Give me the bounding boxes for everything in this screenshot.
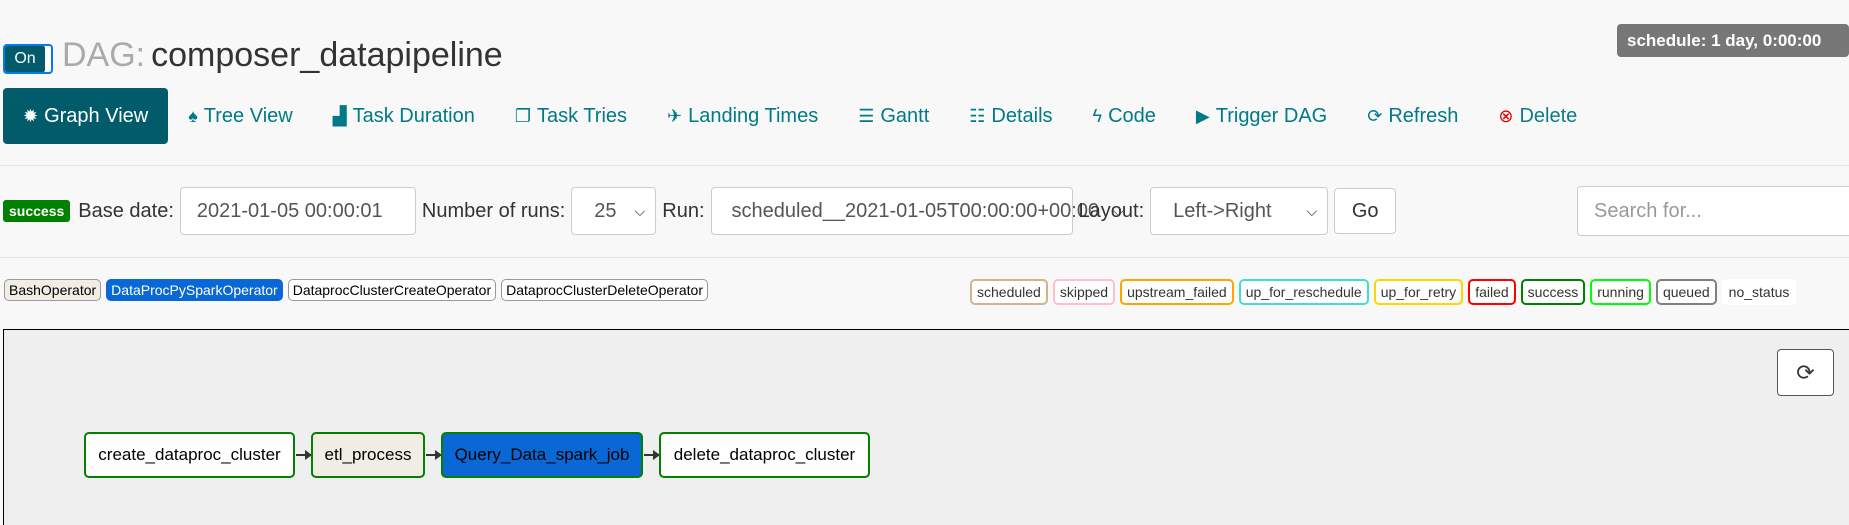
operator-dataproc-cluster-create[interactable]: DataprocClusterCreateOperator	[287, 279, 497, 301]
graph-filter-form: success Base date: 2021-01-05 00:00:01 N…	[3, 186, 1397, 236]
chevron-down-icon: ⌵	[634, 202, 646, 219]
tab-delete[interactable]: ⊗ Delete	[1478, 88, 1597, 144]
plane-icon: ✈	[667, 105, 683, 126]
task-node-create-dataproc-cluster[interactable]: create_dataproc_cluster	[84, 432, 295, 478]
tab-label: Task Duration	[352, 104, 475, 127]
tab-label: Code	[1108, 104, 1156, 127]
tab-gantt[interactable]: ☰ Gantt	[838, 88, 949, 144]
dag-prefix: DAG:	[62, 36, 146, 74]
tab-landing-times[interactable]: ✈ Landing Times	[647, 88, 838, 144]
tab-label: Trigger DAG	[1215, 104, 1328, 127]
num-runs-select[interactable]: 25 ⌵	[571, 187, 657, 235]
task-node-etl-process[interactable]: etl_process	[311, 432, 425, 478]
flash-icon: ϟ	[1092, 105, 1103, 126]
operator-legend: BashOperator DataProcPySparkOperator Dat…	[4, 279, 708, 301]
edge-arrow	[296, 451, 312, 459]
divider	[0, 165, 1849, 166]
tab-refresh[interactable]: ⟳ Refresh	[1347, 88, 1478, 144]
play-circle-icon: ▶	[1195, 105, 1210, 126]
tab-code[interactable]: ϟ Code	[1073, 88, 1176, 144]
tab-trigger-dag[interactable]: ▶ Trigger DAG	[1176, 88, 1347, 144]
base-date-input[interactable]: 2021-01-05 00:00:01	[179, 187, 416, 235]
tab-label: Graph View	[44, 104, 149, 127]
airflow-dag-page: On DAG: composer_datapipeline schedule: 1…	[0, 0, 1849, 525]
tab-label: Tree View	[203, 104, 293, 127]
tab-label: Refresh	[1388, 104, 1459, 127]
task-node-query-data-spark-job[interactable]: Query_Data_spark_job	[441, 432, 643, 478]
remove-circle-icon: ⊗	[1498, 105, 1514, 126]
state-skipped[interactable]: skipped	[1052, 279, 1116, 305]
tab-tree-view[interactable]: ♠ Tree View	[168, 88, 313, 144]
layout-select[interactable]: Left->Right ⌵	[1150, 187, 1329, 235]
state-running[interactable]: running	[1590, 279, 1651, 305]
edge-arrow	[644, 451, 660, 459]
search-input[interactable]: Search for...	[1577, 186, 1849, 236]
state-up-for-retry[interactable]: up_for_retry	[1373, 279, 1464, 305]
run-label: Run:	[662, 199, 705, 222]
list-icon: ☷	[969, 105, 986, 126]
layout-value: Left->Right	[1173, 199, 1272, 222]
run-select[interactable]: scheduled__2021-01-05T00:00:00+00:00 ⌵	[710, 187, 1124, 235]
tab-label: Delete	[1519, 104, 1578, 127]
num-runs-value: 25	[594, 199, 617, 222]
num-runs-label: Number of runs:	[421, 199, 566, 222]
edge-arrow	[426, 451, 442, 459]
state-success[interactable]: success	[1520, 279, 1586, 305]
tab-label: Details	[991, 104, 1053, 127]
dag-name: composer_datapipeline	[151, 36, 503, 74]
bar-chart-icon: ▟	[332, 105, 347, 126]
state-upstream-failed[interactable]: upstream_failed	[1120, 279, 1234, 305]
tab-label: Task Tries	[537, 104, 628, 127]
task-node-delete-dataproc-cluster[interactable]: delete_dataproc_cluster	[659, 432, 870, 478]
operator-bash[interactable]: BashOperator	[4, 279, 102, 301]
copy-icon: ❐	[514, 105, 531, 126]
state-up-for-reschedule[interactable]: up_for_reschedule	[1238, 279, 1369, 305]
tab-task-duration[interactable]: ▟ Task Duration	[313, 88, 495, 144]
run-value: scheduled__2021-01-05T00:00:00+00:00	[731, 199, 1100, 222]
divider	[0, 257, 1849, 258]
graph-refresh-button[interactable]: ⟳	[1777, 349, 1834, 396]
operator-dataproc-cluster-delete[interactable]: DataprocClusterDeleteOperator	[501, 279, 708, 301]
page-title: DAG: composer_datapipeline	[62, 36, 503, 75]
refresh-icon: ⟳	[1367, 105, 1383, 126]
dag-graph-canvas[interactable]	[3, 329, 1849, 525]
schedule-badge: schedule: 1 day, 0:00:00	[1617, 24, 1849, 57]
sun-icon: ✹	[23, 105, 39, 126]
tab-graph-view[interactable]: ✹ Graph View	[3, 88, 169, 144]
go-button[interactable]: Go	[1334, 188, 1397, 234]
operator-dataproc-pyspark[interactable]: DataProcPySparkOperator	[106, 279, 283, 301]
state-queued[interactable]: queued	[1655, 279, 1717, 305]
base-date-label: Base date:	[78, 199, 174, 222]
layout-label: Layout:	[1078, 199, 1145, 222]
toggle-label: On	[5, 46, 45, 72]
state-failed[interactable]: failed	[1468, 279, 1516, 305]
refresh-icon: ⟳	[1796, 359, 1815, 385]
dag-nav-tabs: ✹ Graph View ♠ Tree View ▟ Task Duration…	[3, 88, 1597, 144]
chevron-down-icon: ⌵	[1306, 202, 1318, 219]
tab-label: Landing Times	[688, 104, 819, 127]
tab-task-tries[interactable]: ❐ Task Tries	[495, 88, 647, 144]
state-legend: scheduled skipped upstream_failed up_for…	[970, 279, 1797, 305]
tab-label: Gantt	[880, 104, 930, 127]
align-left-icon: ☰	[858, 105, 875, 126]
tab-details[interactable]: ☷ Details	[949, 88, 1072, 144]
state-no-status[interactable]: no_status	[1721, 279, 1797, 305]
dag-on-toggle[interactable]: On	[3, 44, 53, 74]
status-badge: success	[3, 200, 71, 222]
state-scheduled[interactable]: scheduled	[970, 279, 1048, 305]
tree-icon: ♠	[188, 105, 198, 126]
